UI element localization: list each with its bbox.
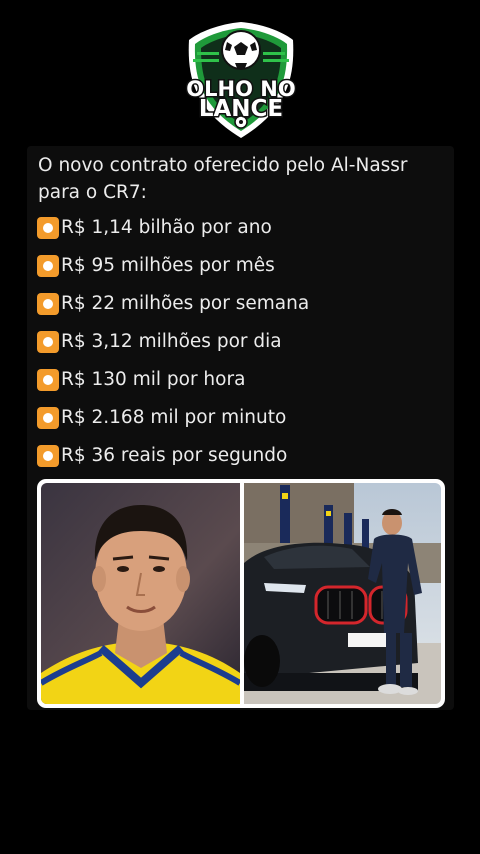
list-item: R$ 1,14 bilhão por ano — [37, 214, 272, 242]
post-card: O novo contrato oferecido pelo Al-Nassr … — [27, 146, 454, 710]
player-with-car-photo[interactable] — [244, 483, 441, 704]
orange-radio-button-icon — [37, 407, 59, 429]
list-item: R$ 130 mil por hora — [37, 366, 245, 394]
orange-radio-button-icon — [37, 255, 59, 277]
orange-radio-button-icon — [37, 331, 59, 353]
orange-radio-button-icon — [37, 369, 59, 391]
list-item: R$ 2.168 mil por minuto — [37, 404, 286, 432]
olho-no-lance-logo: OLHO NO LANCE — [183, 18, 299, 142]
list-item: R$ 36 reais por segundo — [37, 442, 287, 470]
player-portrait-photo[interactable] — [41, 483, 240, 704]
post-intro: O novo contrato oferecido pelo Al-Nassr … — [38, 155, 408, 203]
orange-radio-button-icon — [37, 293, 59, 315]
orange-radio-button-icon — [37, 445, 59, 467]
photo-collage[interactable] — [37, 479, 445, 708]
list-item-text: R$ 1,14 bilhão por ano — [61, 217, 272, 238]
logo-line2: LANCE — [199, 96, 283, 122]
page: OLHO NO LANCE O novo contrato oferecido … — [0, 0, 480, 854]
list-item-text: R$ 3,12 milhões por dia — [61, 331, 282, 352]
list-item-text: R$ 2.168 mil por minuto — [61, 407, 287, 428]
orange-radio-button-icon — [37, 217, 59, 239]
list-item-text: R$ 130 mil por hora — [61, 369, 246, 390]
list-item: R$ 95 milhões por mês — [37, 252, 275, 280]
list-item: R$ 3,12 milhões por dia — [37, 328, 282, 356]
list-item: R$ 22 milhões por semana — [37, 290, 309, 318]
list-item-text: R$ 36 reais por segundo — [61, 445, 288, 466]
list-item-text: R$ 22 milhões por semana — [61, 293, 310, 314]
list-item-text: R$ 95 milhões por mês — [61, 255, 275, 276]
